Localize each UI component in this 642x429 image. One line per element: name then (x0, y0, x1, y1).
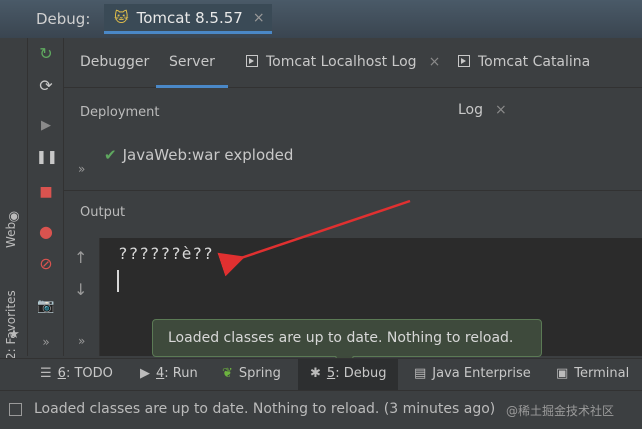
scroll-up-icon[interactable]: ↑ (74, 248, 87, 267)
tool-tab-todo[interactable]: ☰ 6: TODO (40, 359, 113, 391)
tool-tab-java-enterprise[interactable]: ▤ Java Enterprise (414, 359, 531, 391)
run-config-tab-tomcat[interactable]: 🐱 Tomcat 8.5.57 × (104, 4, 272, 34)
tab-server[interactable]: Server (156, 38, 228, 88)
log-file-icon (246, 55, 258, 67)
status-message[interactable]: Loaded classes are up to date. Nothing t… (34, 401, 495, 417)
debug-tab-strip: Debugger Server Tomcat Localhost Log × To… (64, 38, 642, 118)
tab-tomcat-localhost-log[interactable]: Tomcat Localhost Log × (246, 38, 440, 88)
tab-debugger[interactable]: Debugger (80, 38, 149, 88)
terminal-icon: ▣ (556, 366, 569, 381)
star-icon: ★ (8, 327, 20, 342)
tool-window-bar: ☰ 6: TODO ▶ 4: Run ❦ Spring ✱ 5: Debug ▤ Java… (0, 358, 642, 391)
tab-label: Tomcat Catalina Log (458, 54, 591, 118)
reload-notification-toast[interactable]: Loaded classes are up to date. Nothing t… (152, 319, 542, 357)
mute-breakpoints-icon[interactable]: ⊘ (36, 254, 56, 274)
pause-icon[interactable]: ❚❚ (36, 148, 58, 168)
text-cursor (117, 270, 119, 292)
watermark: @稀土掘金技术社区 (506, 404, 615, 418)
output-label: Output (80, 205, 126, 220)
tomcat-cat-icon: 🐱 (114, 9, 129, 26)
output-gutter: ↑ ↓ » (64, 238, 100, 356)
view-breakpoints-icon[interactable]: ● (36, 222, 56, 242)
tool-tab-terminal[interactable]: ▣ Terminal (556, 359, 629, 391)
java-enterprise-icon: ▤ (414, 366, 427, 381)
tab-label: Debugger (80, 54, 150, 70)
debug-toolbar: ↻ ⟳ ▶ ❚❚ ■ ● ⊘ 📷 » (28, 38, 64, 356)
deployment-expand-icon[interactable]: » (78, 162, 85, 176)
tool-tab-run[interactable]: ▶ 4: Run (140, 359, 198, 391)
status-bar: Loaded classes are up to date. Nothing t… (0, 390, 642, 429)
bug-icon: ✱ (310, 366, 321, 381)
update-app-icon[interactable]: ⟳ (36, 76, 56, 96)
log-file-icon (458, 55, 470, 67)
more-actions-icon[interactable]: » (36, 332, 56, 352)
deployment-label: Deployment (80, 105, 160, 120)
console-output-line: ??????è?? (118, 244, 214, 263)
tab-label: Tomcat Localhost Log (266, 54, 417, 70)
tab-label: Server (169, 54, 215, 70)
debug-title-bar: Debug: 🐱 Tomcat 8.5.57 × (0, 0, 642, 38)
stop-icon[interactable]: ■ (36, 182, 56, 202)
check-icon: ✔ (104, 146, 117, 164)
debug-window-label: Debug: (36, 10, 91, 28)
tab-tomcat-catalina-log[interactable]: Tomcat Catalina Log × (458, 38, 642, 118)
favorites-tool-tab[interactable]: 2: Favorites (4, 290, 18, 360)
play-icon: ▶ (140, 366, 150, 381)
debug-main-panel: Debugger Server Tomcat Localhost Log × To… (64, 38, 642, 356)
resume-icon[interactable]: ▶ (36, 116, 56, 136)
left-tool-stripe: ◉ Web 2: Favorites ★ (0, 38, 28, 360)
close-icon[interactable]: × (495, 102, 507, 118)
divider (64, 190, 642, 191)
toast-message: Loaded classes are up to date. Nothing t… (168, 330, 514, 346)
close-icon[interactable]: × (253, 10, 265, 26)
camera-icon[interactable]: 📷 (36, 296, 56, 316)
list-icon: ☰ (40, 366, 52, 381)
scroll-down-icon[interactable]: ↓ (74, 280, 87, 299)
close-icon[interactable]: × (429, 54, 441, 70)
rerun-icon[interactable]: ↻ (36, 44, 56, 64)
tool-tab-spring[interactable]: ❦ Spring (222, 359, 281, 391)
web-tool-tab[interactable]: Web (4, 222, 18, 248)
artifact-name: JavaWeb:war exploded (122, 146, 294, 164)
spring-leaf-icon: ❦ (222, 366, 233, 381)
toggle-tool-windows-icon[interactable] (9, 403, 22, 416)
deployment-artifact-item[interactable]: ✔ JavaWeb:war exploded (104, 146, 293, 164)
run-config-tab-label: Tomcat 8.5.57 (136, 8, 243, 27)
tool-tab-debug[interactable]: ✱ 5: Debug (298, 359, 399, 391)
output-expand-icon[interactable]: » (78, 334, 85, 348)
